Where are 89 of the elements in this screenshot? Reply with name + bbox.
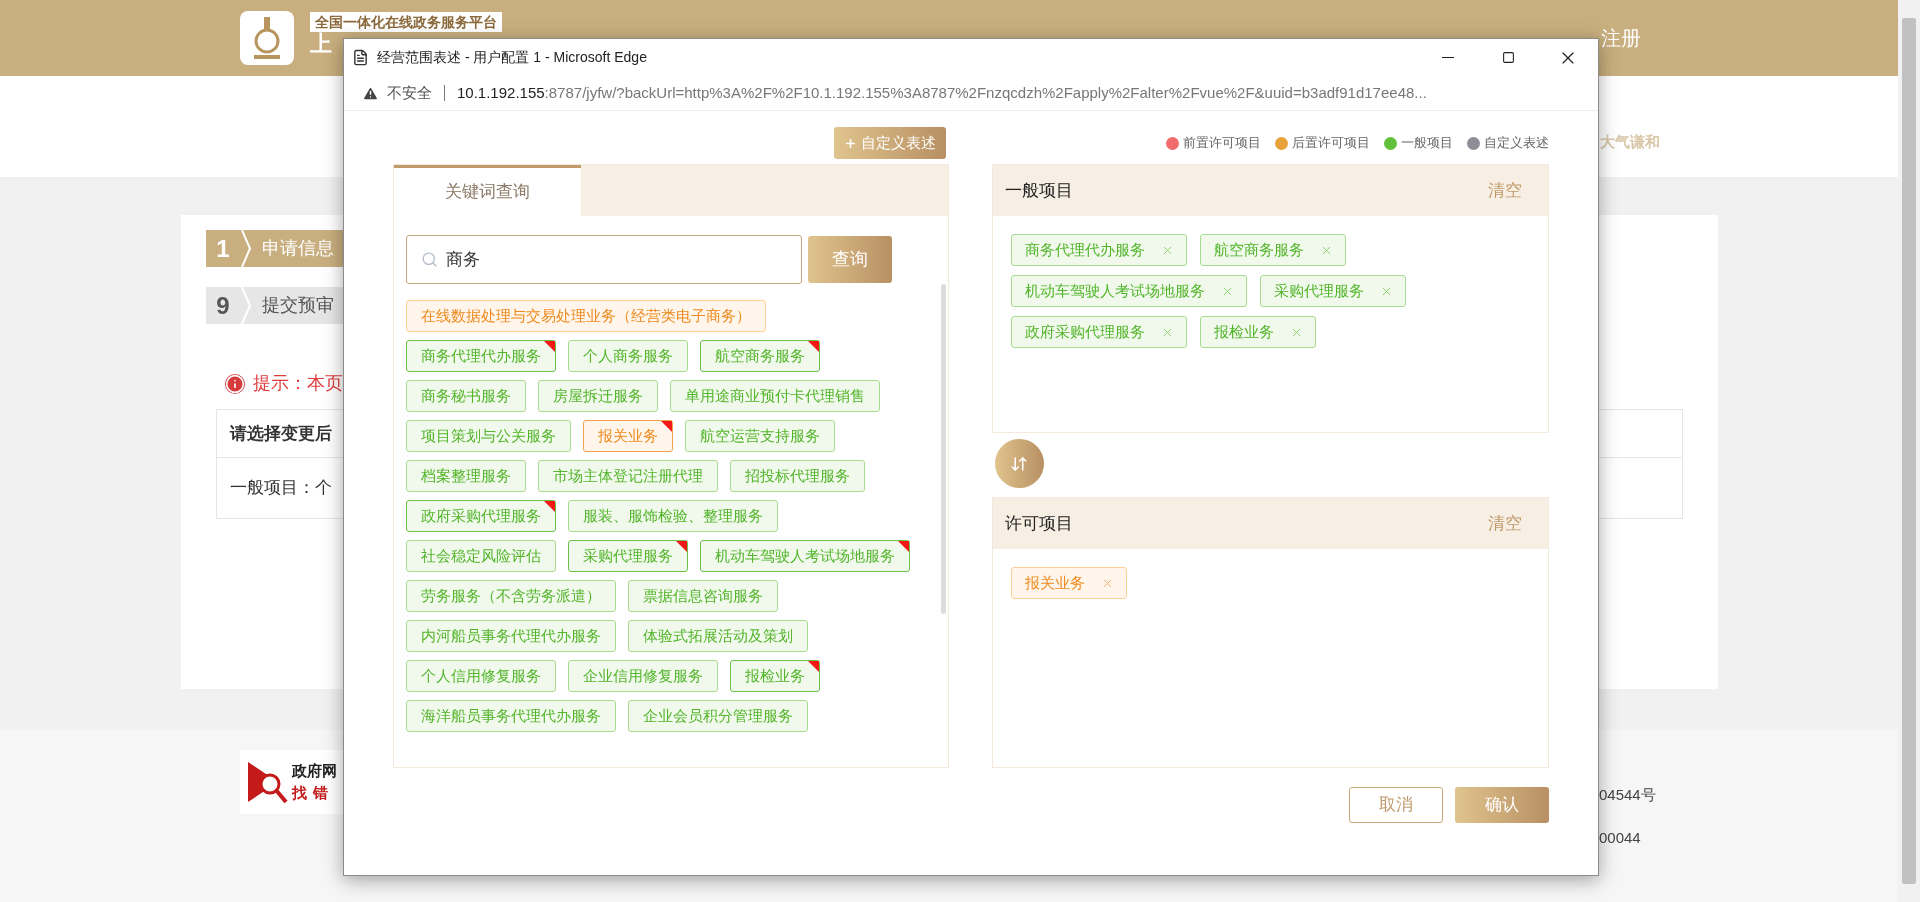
panel-title: 许可项目 <box>1004 512 1073 535</box>
result-tag[interactable]: 档案整理服务 <box>406 460 526 492</box>
result-tag[interactable]: 房屋拆迁服务 <box>538 380 658 412</box>
tag-label: 报关业务 <box>1024 572 1085 593</box>
search-icon <box>421 251 438 268</box>
address-bar[interactable]: 不安全 10.1.192.155:8787/jyfw/?backUrl=http%3A%2F%2F10.1.192.155%3A8787%2Fnzqcdzh%2Fapply%2Falter%2Fvue%2F&uuid=b3adf91d17ee48... <box>344 76 1598 111</box>
tip-text: 提示：本页 <box>253 372 343 395</box>
step-label: 提交预审 <box>262 294 334 317</box>
url-text: 10.1.192.155:8787/jyfw/?backUrl=http%3A%2F%2F10.1.192.155%3A8787%2Fnzqcdzh%2Fapply%2Falter%2Fvue%2F&uuid=b3adf91d17ee48... <box>457 82 1427 103</box>
result-tag[interactable]: 机动车驾驶人考试场地服务 <box>700 540 910 572</box>
search-field[interactable]: 商务 <box>406 235 802 284</box>
step-label: 申请信息 <box>262 237 334 260</box>
minimize-icon <box>1442 57 1454 58</box>
result-tag[interactable]: 市场主体登记注册代理 <box>538 460 718 492</box>
result-tag[interactable]: 报关业务 <box>583 420 673 452</box>
result-tag[interactable]: 政府采购代理服务 <box>406 500 556 532</box>
tag-label: 机动车驾驶人考试场地服务 <box>1024 280 1205 301</box>
register-link[interactable]: 注册 <box>1601 23 1641 53</box>
step-number: 9 <box>215 290 231 321</box>
clear-button[interactable]: 清空 <box>1488 510 1522 537</box>
warning-icon <box>362 84 379 102</box>
swap-button[interactable] <box>994 439 1044 488</box>
chevron-icon <box>240 287 252 324</box>
table-header: 请选择变更后 <box>230 422 332 445</box>
swap-icon <box>1010 454 1028 473</box>
result-tag[interactable]: 在线数据处理与交易处理业务（经营类电子商务） <box>406 300 766 332</box>
security-label: 不安全 <box>387 82 432 103</box>
corner-mark-icon <box>676 541 687 552</box>
window-title: 经营范围表述 - 用户配置 1 - Microsoft Edge <box>377 48 647 67</box>
result-tag[interactable]: 体验式拓展活动及策划 <box>628 620 808 652</box>
badge-title: 政府网 <box>292 761 337 781</box>
corner-mark-icon <box>898 541 909 552</box>
list-scrollbar[interactable] <box>940 284 946 614</box>
tag-label: 航空商务服务 <box>1213 239 1304 260</box>
badge-subtitle: 找错 <box>292 783 335 803</box>
result-tag[interactable]: 票据信息咨询服务 <box>628 580 778 612</box>
result-tag[interactable]: 商务秘书服务 <box>406 380 526 412</box>
result-tag[interactable]: 企业会员积分管理服务 <box>628 700 808 732</box>
result-tag[interactable]: 报检业务 <box>730 660 820 692</box>
result-tag[interactable]: 海洋船员事务代理代办服务 <box>406 700 616 732</box>
result-tag[interactable]: 社会稳定风险评估 <box>406 540 556 572</box>
corner-mark-icon <box>544 501 555 512</box>
cancel-button[interactable]: 取消 <box>1349 787 1443 823</box>
result-tag[interactable]: 单用途商业预付卡代理销售 <box>670 380 880 412</box>
clear-button[interactable]: 清空 <box>1488 177 1522 204</box>
result-tag[interactable]: 劳务服务（不含劳务派遣） <box>406 580 616 612</box>
confirm-button[interactable]: 确认 <box>1455 787 1549 823</box>
step-number: 1 <box>215 233 231 264</box>
plus-icon <box>843 136 857 150</box>
panel-tab[interactable]: 关键词查询 <box>394 165 581 216</box>
result-tag[interactable]: 个人信用修复服务 <box>406 660 556 692</box>
record-number: 04544号 <box>1599 785 1656 805</box>
corner-mark-icon <box>661 421 672 432</box>
legend-label: 后置许可项目 <box>1292 134 1370 153</box>
result-tag[interactable]: 采购代理服务 <box>568 540 688 572</box>
page-scrollbar[interactable] <box>1898 0 1920 902</box>
result-tag[interactable]: 个人商务服务 <box>568 340 688 372</box>
record-number: 00044 <box>1599 827 1642 848</box>
result-tag[interactable]: 服装、服饰检验、整理服务 <box>568 500 778 532</box>
result-tag[interactable]: 招投标代理服务 <box>730 460 865 492</box>
logo-icon <box>240 11 294 65</box>
motto-text: 大气谦和 <box>1600 132 1660 153</box>
panel-title: 一般项目 <box>1004 179 1073 202</box>
custom-expression-button[interactable]: 自定义表述 <box>833 127 946 159</box>
legend-label: 一般项目 <box>1401 134 1453 153</box>
result-tag[interactable]: 商务代理代办服务 <box>406 340 556 372</box>
legend-label: 自定义表述 <box>1484 134 1549 153</box>
result-tag[interactable]: 企业信用修复服务 <box>568 660 718 692</box>
platform-badge: 全国一体化在线政务服务平台 <box>310 12 502 32</box>
page-icon <box>352 49 369 66</box>
table-cell-text: 一般项目：个 <box>230 477 332 500</box>
legend-label: 前置许可项目 <box>1183 134 1261 153</box>
result-tag[interactable]: 航空运营支持服务 <box>685 420 835 452</box>
corner-mark-icon <box>544 341 555 352</box>
result-tag[interactable]: 内河船员事务代理代办服务 <box>406 620 616 652</box>
chevron-icon <box>240 230 252 267</box>
result-tag[interactable]: 项目策划与公关服务 <box>406 420 571 452</box>
tag-label: 采购代理服务 <box>1273 280 1364 301</box>
tag-label: 政府采购代理服务 <box>1024 321 1145 342</box>
corner-mark-icon <box>808 661 819 672</box>
result-tag[interactable]: 航空商务服务 <box>700 340 820 372</box>
tag-label: 商务代理代办服务 <box>1024 239 1145 260</box>
maximize-icon <box>1501 51 1515 64</box>
corner-mark-icon <box>808 341 819 352</box>
logo-text: 上 <box>310 32 332 56</box>
search-input[interactable]: 商务 <box>446 246 766 273</box>
info-icon <box>225 373 245 394</box>
tag-label: 报检业务 <box>1213 321 1274 342</box>
search-button[interactable]: 查询 <box>808 236 892 283</box>
